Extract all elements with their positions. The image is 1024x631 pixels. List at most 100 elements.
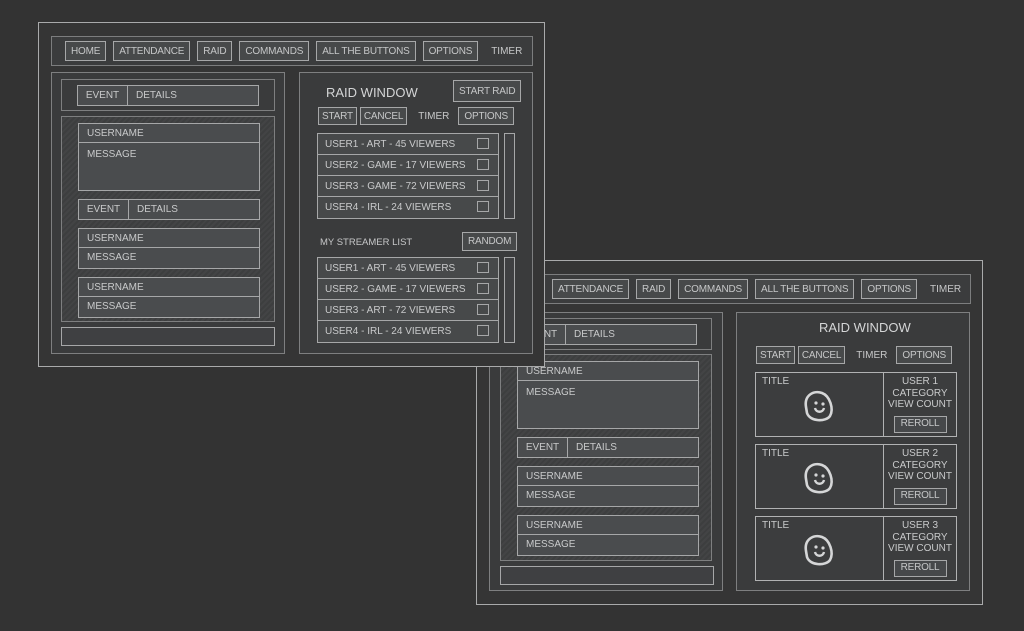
username-label: USERNAME: [518, 467, 698, 486]
list-item-label: USER3 - GAME - 72 VIEWERS: [325, 180, 466, 192]
reroll-button[interactable]: REROLL: [893, 487, 947, 505]
select-checkbox[interactable]: [477, 304, 489, 315]
raid-panel: RAID WINDOW START RAID START CANCEL TIME…: [299, 72, 533, 354]
cancel-button[interactable]: CANCEL: [359, 107, 408, 125]
start-button[interactable]: START: [756, 346, 795, 364]
stream-preview[interactable]: TITLE: [756, 517, 884, 580]
chat-input[interactable]: [61, 327, 275, 346]
list-item[interactable]: USER2 - GAME - 17 VIEWERS: [318, 279, 498, 300]
chat-message: USERNAME MESSAGE: [78, 228, 260, 269]
user-name: USER 1: [901, 376, 939, 387]
streamer-list-scrollbar[interactable]: [504, 257, 515, 343]
nav-raid-button[interactable]: RAID: [636, 279, 672, 299]
message-text: MESSAGE: [87, 252, 137, 263]
event-label: EVENT: [518, 438, 568, 457]
mockup-window-v2: ATTENDANCE RAID COMMANDS ALL THE BUTTONS…: [476, 260, 983, 605]
select-checkbox[interactable]: [477, 138, 489, 149]
username-label: USERNAME: [518, 362, 698, 381]
chat-feed[interactable]: USERNAME MESSAGE EVENT DETAILS USERNAME …: [500, 354, 712, 561]
username-label: USERNAME: [79, 229, 259, 248]
chat-message: USERNAME MESSAGE: [517, 515, 699, 556]
message-text: MESSAGE: [526, 490, 576, 501]
streamer-list-title: MY STREAMER LIST: [320, 237, 413, 248]
nav-commands-button[interactable]: COMMANDS: [239, 41, 310, 61]
category: CATEGORY: [892, 531, 948, 543]
event-label: EVENT: [78, 86, 128, 105]
list-item-label: USER2 - GAME - 17 VIEWERS: [325, 283, 466, 295]
stream-title: TITLE: [762, 376, 790, 387]
nav-options-button[interactable]: OPTIONS: [861, 279, 917, 299]
list-item-label: USER4 - IRL - 24 VIEWERS: [325, 326, 452, 337]
list-item[interactable]: USER3 - GAME - 72 VIEWERS: [318, 176, 498, 197]
nav-all-buttons-button[interactable]: ALL THE BUTTONS: [754, 279, 855, 299]
reroll-button[interactable]: REROLL: [893, 559, 947, 577]
raid-panel: RAID WINDOW START CANCEL TIMER OPTIONS T…: [736, 312, 970, 591]
event-row: EVENT DETAILS: [517, 437, 699, 458]
list-item[interactable]: USER1 - ART - 45 VIEWERS: [318, 134, 498, 155]
list-item[interactable]: USER2 - GAME - 17 VIEWERS: [318, 155, 498, 176]
event-label: EVENT: [79, 200, 129, 219]
nav-timer-label: TIMER: [930, 283, 962, 295]
event-row: EVENT DETAILS: [78, 199, 260, 220]
nav-home-button[interactable]: HOME: [65, 41, 107, 61]
streamer-list: USER1 - ART - 45 VIEWERS USER2 - GAME - …: [317, 257, 499, 343]
message-text: MESSAGE: [526, 539, 576, 550]
chat-message: USERNAME MESSAGE: [78, 277, 260, 318]
raid-candidate-card: TITLE USER 1 CATEGORY VIEW COUNT REROLL: [755, 372, 957, 437]
stream-info: USER 3 CATEGORY VIEW COUNT REROLL: [884, 517, 956, 580]
list-item-label: USER1 - ART - 45 VIEWERS: [325, 262, 456, 274]
chat-message: USERNAME MESSAGE: [517, 361, 699, 429]
raid-candidate-card: TITLE USER 3 CATEGORY VIEW COUNT REROLL: [755, 516, 957, 581]
user-name: USER 3: [901, 520, 939, 531]
view-count: VIEW COUNT: [888, 543, 952, 554]
select-checkbox[interactable]: [477, 325, 489, 336]
select-checkbox[interactable]: [477, 159, 489, 170]
raid-controls: START CANCEL TIMER OPTIONS: [756, 346, 952, 364]
details-label: DETAILS: [574, 329, 615, 340]
view-count: VIEW COUNT: [888, 471, 952, 482]
select-checkbox[interactable]: [477, 262, 489, 273]
list-item[interactable]: USER1 - ART - 45 VIEWERS: [318, 258, 498, 279]
chat-input[interactable]: [500, 566, 714, 585]
stream-info: USER 2 CATEGORY VIEW COUNT REROLL: [884, 445, 956, 508]
nav-attendance-button[interactable]: ATTENDANCE: [113, 41, 191, 61]
chat-feed[interactable]: USERNAME MESSAGE EVENT DETAILS USERNAME …: [61, 116, 275, 322]
nav-raid-button[interactable]: RAID: [197, 41, 233, 61]
options-button[interactable]: OPTIONS: [896, 346, 952, 364]
raid-list-scrollbar[interactable]: [504, 133, 515, 219]
options-button[interactable]: OPTIONS: [458, 107, 514, 125]
start-button[interactable]: START: [318, 107, 357, 125]
list-item[interactable]: USER4 - IRL - 24 VIEWERS: [318, 197, 498, 218]
nav-commands-button[interactable]: COMMANDS: [678, 279, 748, 299]
category: CATEGORY: [892, 387, 948, 399]
chat-message: USERNAME MESSAGE: [78, 123, 260, 191]
select-checkbox[interactable]: [477, 283, 489, 294]
message-text: MESSAGE: [526, 387, 576, 398]
list-item-label: USER1 - ART - 45 VIEWERS: [325, 138, 456, 150]
nav-bar: HOME ATTENDANCE RAID COMMANDS ALL THE BU…: [51, 36, 533, 66]
username-label: USERNAME: [79, 278, 259, 297]
cancel-button[interactable]: CANCEL: [797, 346, 846, 364]
raid-target-list: USER1 - ART - 45 VIEWERS USER2 - GAME - …: [317, 133, 499, 219]
nav-options-button[interactable]: OPTIONS: [422, 41, 479, 61]
select-checkbox[interactable]: [477, 201, 489, 212]
list-item-label: USER3 - ART - 72 VIEWERS: [325, 304, 456, 316]
smiley-icon: [804, 534, 833, 566]
stream-preview[interactable]: TITLE: [756, 373, 884, 436]
nav-all-buttons-button[interactable]: ALL THE BUTTONS: [316, 41, 416, 61]
reroll-button[interactable]: REROLL: [893, 415, 947, 433]
select-checkbox[interactable]: [477, 180, 489, 191]
raid-window-title: RAID WINDOW: [819, 320, 911, 335]
random-button[interactable]: RANDOM: [462, 232, 518, 251]
raid-window-title: RAID WINDOW: [326, 85, 418, 100]
start-raid-button[interactable]: START RAID: [453, 80, 522, 102]
category: CATEGORY: [892, 459, 948, 471]
user-name: USER 2: [901, 448, 939, 459]
username-label: USERNAME: [518, 516, 698, 535]
chat-message: USERNAME MESSAGE: [517, 466, 699, 507]
stream-preview[interactable]: TITLE: [756, 445, 884, 508]
list-item[interactable]: USER3 - ART - 72 VIEWERS: [318, 300, 498, 321]
nav-attendance-button[interactable]: ATTENDANCE: [552, 279, 630, 299]
list-item[interactable]: USER4 - IRL - 24 VIEWERS: [318, 321, 498, 342]
list-item-label: USER2 - GAME - 17 VIEWERS: [325, 159, 466, 171]
